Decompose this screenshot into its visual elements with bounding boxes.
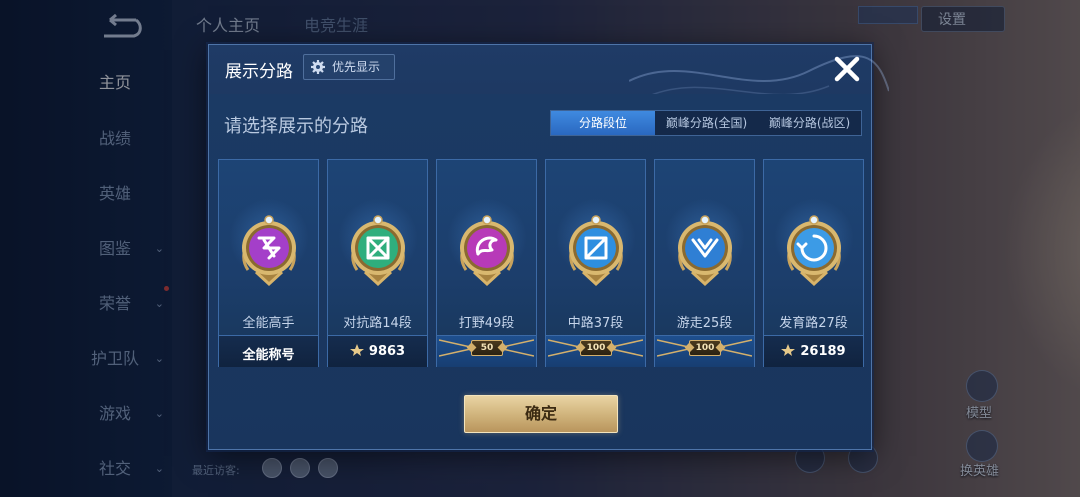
lane-value-strip: 26189 xyxy=(764,335,863,367)
dialog-body: 请选择展示的分路 分路段位 巅峰分路(全国) 巅峰分路(战区) 全能高手 全能称… xyxy=(209,94,871,449)
tab-lane-rank[interactable]: 分路段位 xyxy=(551,111,655,135)
lane-value-strip: 9863 xyxy=(328,335,427,367)
confirm-button[interactable]: 确定 xyxy=(464,395,618,433)
tab-peak-national[interactable]: 巅峰分路(全国) xyxy=(655,111,758,135)
lane-card-clash[interactable]: 对抗路14段 9863 xyxy=(327,159,428,367)
tab-peak-region[interactable]: 巅峰分路(战区) xyxy=(758,111,861,135)
lane-card-allround[interactable]: 全能高手 全能称号 xyxy=(218,159,319,367)
lane-name: 中路37段 xyxy=(567,316,624,331)
lane-value: 26189 xyxy=(764,344,863,359)
lane-name: 全能高手 xyxy=(242,316,295,331)
lane-value-strip: 100 xyxy=(546,335,645,367)
allround-icon xyxy=(242,215,296,287)
star-count-badge: 100 xyxy=(689,340,721,356)
power-icon xyxy=(781,344,796,356)
mid-lane-icon xyxy=(569,215,623,287)
lane-value-strip: 50 xyxy=(437,335,536,367)
jungle-icon xyxy=(460,215,514,287)
lane-name: 发育路27段 xyxy=(779,316,848,331)
lane-card-mid[interactable]: 中路37段 100 xyxy=(545,159,646,367)
lane-value-strip: 100 xyxy=(655,335,754,367)
lane-card-farm[interactable]: 发育路27段 26189 xyxy=(763,159,864,367)
lane-value: 全能称号 xyxy=(219,344,318,363)
farm-lane-icon xyxy=(787,215,841,287)
star-count-badge: 100 xyxy=(580,340,612,356)
dialog-title: 展示分路 xyxy=(225,62,293,82)
lane-card-roam[interactable]: 游走25段 100 xyxy=(654,159,755,367)
roam-icon xyxy=(678,215,732,287)
lane-card-jungle[interactable]: 打野49段 50 xyxy=(436,159,537,367)
lane-value-text: 全能称号 xyxy=(242,348,295,363)
lane-value-text: 26189 xyxy=(800,344,846,359)
star-count-badge: 50 xyxy=(471,340,503,356)
close-icon[interactable] xyxy=(829,51,865,87)
priority-display-button[interactable]: 优先显示 xyxy=(303,54,395,80)
lane-name: 打野49段 xyxy=(458,316,515,331)
lane-type-segmented-control: 分路段位 巅峰分路(全国) 巅峰分路(战区) xyxy=(550,110,862,136)
lane-name: 对抗路14段 xyxy=(343,316,412,331)
dialog-subtitle: 请选择展示的分路 xyxy=(224,116,368,137)
clash-lane-icon xyxy=(351,215,405,287)
gear-icon xyxy=(311,60,325,74)
priority-label: 优先显示 xyxy=(332,60,381,74)
lane-value: 9863 xyxy=(328,344,427,359)
lane-name: 游走25段 xyxy=(676,316,733,331)
lane-display-dialog: 展示分路 优先显示 请选择展示的分路 分路段位 巅峰分路(全国) 巅峰分路(战区… xyxy=(208,44,889,450)
lane-value-strip: 全能称号 xyxy=(219,335,318,367)
power-icon xyxy=(349,344,364,356)
lane-value-text: 9863 xyxy=(368,344,406,359)
